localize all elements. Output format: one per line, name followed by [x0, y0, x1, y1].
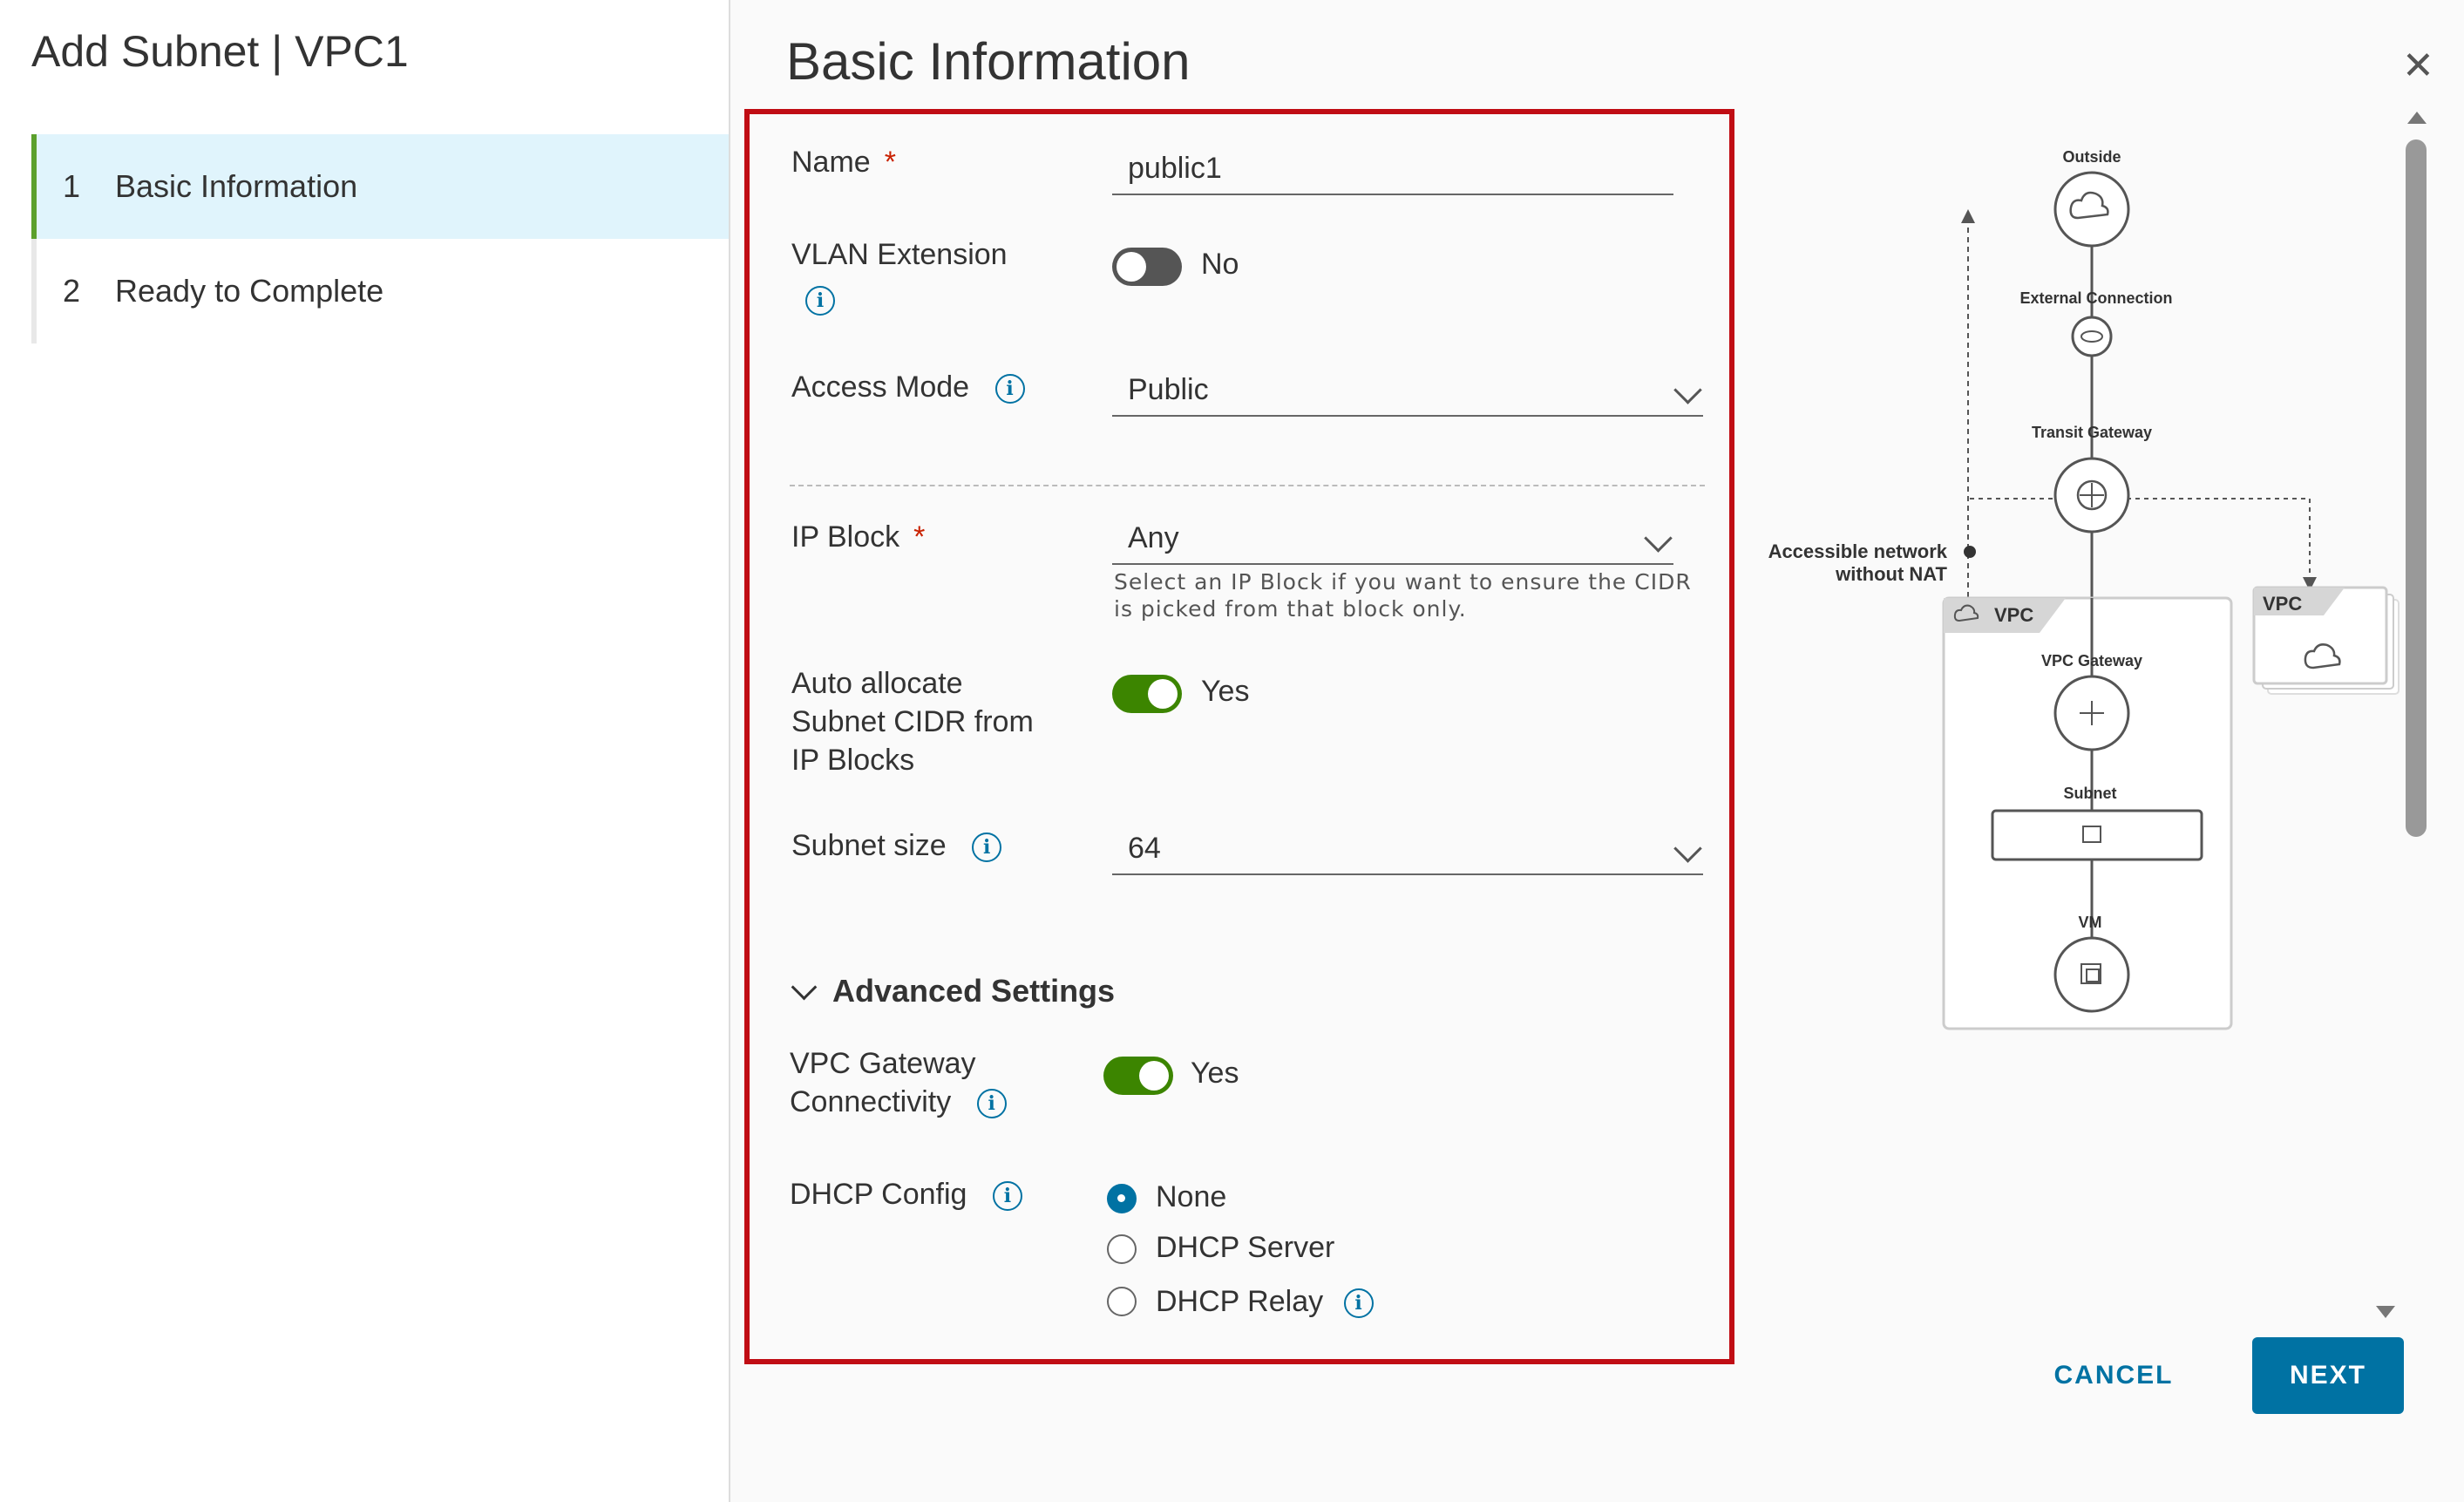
info-icon[interactable]: i: [976, 1089, 1007, 1119]
chevron-down-icon: [1644, 524, 1673, 553]
wizard-sidebar: Add Subnet | VPC1 1 Basic Information 2 …: [0, 0, 730, 1502]
subnet-size-label: Subnet size i: [791, 826, 1002, 865]
auto-allocate-toggle[interactable]: [1112, 675, 1182, 713]
diagram-vpc-gateway-label: VPC Gateway: [2041, 652, 2142, 669]
chevron-down-icon: [1673, 376, 1702, 404]
ip-block-label: IP Block *: [791, 518, 925, 556]
step-label: Ready to Complete: [115, 273, 384, 309]
label-line: Subnet CIDR from: [791, 705, 1034, 738]
toggle-knob: [1139, 1061, 1169, 1091]
ip-block-value: Any: [1128, 520, 1179, 554]
vlan-extension-toggle-text: No: [1201, 248, 1239, 281]
vm-icon: [2053, 936, 2130, 1013]
subnet-icon: [1991, 809, 2203, 861]
info-icon[interactable]: i: [994, 374, 1025, 404]
step-number: 1: [63, 168, 81, 204]
ip-block-select[interactable]: Any: [1112, 513, 1673, 565]
subnet-size-value: 64: [1128, 831, 1161, 865]
diagram-outside-label: Outside: [2062, 148, 2121, 166]
dhcp-none-label: None: [1156, 1180, 1227, 1213]
step-ready-to-complete[interactable]: 2 Ready to Complete: [31, 239, 729, 343]
label-line: VPC Gateway: [790, 1047, 976, 1080]
auto-allocate-label: Auto allocate Subnet CIDR from IP Blocks: [791, 664, 1034, 779]
helper-line: is picked from that block only.: [1114, 596, 1467, 622]
access-mode-value: Public: [1128, 372, 1209, 406]
label-line: IP Blocks: [791, 744, 915, 777]
dhcp-relay-radio[interactable]: [1107, 1287, 1137, 1316]
chevron-down-icon: [791, 974, 818, 1000]
dhcp-relay-label: DHCP Relay i: [1156, 1285, 1374, 1319]
access-mode-select[interactable]: Public: [1112, 364, 1703, 417]
diagram-external-connection-label: External Connection: [2019, 289, 2172, 307]
cancel-button[interactable]: CANCEL: [2040, 1342, 2188, 1409]
vpc-topology-diagram: Outside External Connection Transit Gate…: [1768, 148, 2400, 1030]
toggle-knob: [1117, 252, 1146, 282]
subnet-size-select[interactable]: 64: [1112, 823, 1703, 875]
dhcp-relay-label-text: DHCP Relay: [1156, 1285, 1324, 1318]
diagram-vm-label: VM: [2079, 914, 2102, 931]
vpc-gateway-toggle-text: Yes: [1191, 1057, 1239, 1090]
advanced-settings-toggle[interactable]: Advanced Settings: [791, 973, 1116, 1009]
next-button[interactable]: NEXT: [2252, 1337, 2404, 1414]
ip-block-helper-text: Select an IP Block if you want to ensure…: [1114, 568, 1692, 622]
diagram-vpc-tab: VPC: [1994, 604, 2033, 626]
info-icon[interactable]: i: [972, 833, 1002, 863]
section-divider: [790, 485, 1705, 486]
access-mode-label: Access Mode i: [791, 368, 1025, 406]
required-mark: *: [913, 520, 926, 554]
label-line: Connectivity i: [790, 1083, 1007, 1121]
diagram-subnet-label: Subnet: [2064, 785, 2117, 802]
advanced-settings-title: Advanced Settings: [832, 973, 1116, 1009]
diagram-accessible-line1: Accessible network: [1768, 540, 1948, 562]
vlan-extension-toggle[interactable]: [1112, 248, 1182, 286]
vlan-extension-label: VLAN Extension: [791, 238, 1008, 271]
subnet-size-label-text: Subnet size: [791, 829, 947, 862]
name-input-value: public1: [1128, 151, 1222, 185]
label-line: Auto allocate: [791, 667, 963, 700]
scrollbar-thumb[interactable]: [2406, 139, 2427, 837]
step-label: Basic Information: [115, 168, 358, 204]
auto-allocate-toggle-text: Yes: [1201, 675, 1250, 708]
ip-block-label-text: IP Block: [791, 520, 900, 554]
cloud-icon: [2053, 171, 2130, 248]
dhcp-none-radio[interactable]: [1107, 1184, 1137, 1213]
chevron-down-icon: [1673, 834, 1702, 863]
vpc-gateway-connectivity-label: VPC Gateway Connectivity i: [790, 1044, 1007, 1121]
dhcp-config-label-text: DHCP Config: [790, 1178, 967, 1211]
diagram-accessible-line2: without NAT: [1835, 563, 1947, 585]
external-connection-icon: [2071, 316, 2113, 357]
dhcp-config-label: DHCP Config i: [790, 1175, 1022, 1213]
access-mode-label-text: Access Mode: [791, 370, 970, 404]
dhcp-server-label: DHCP Server: [1156, 1231, 1335, 1264]
toggle-knob: [1148, 679, 1178, 709]
info-icon[interactable]: i: [992, 1181, 1022, 1212]
helper-line: Select an IP Block if you want to ensure…: [1114, 569, 1692, 595]
required-mark: *: [884, 146, 896, 179]
scroll-up-icon[interactable]: [2407, 112, 2427, 124]
step-basic-information[interactable]: 1 Basic Information: [31, 134, 729, 239]
vpc-gateway-connectivity-toggle[interactable]: [1103, 1057, 1173, 1095]
dhcp-server-radio[interactable]: [1107, 1234, 1137, 1264]
name-label-text: Name: [791, 146, 871, 179]
diagram-transit-gateway-label: Transit Gateway: [2032, 424, 2152, 441]
diagram-vpc-tab-right: VPC: [2263, 593, 2302, 615]
info-icon[interactable]: i: [805, 286, 835, 316]
page-title: Basic Information: [786, 32, 1191, 91]
name-input[interactable]: public1: [1112, 143, 1673, 195]
name-label: Name *: [791, 143, 896, 181]
info-icon[interactable]: i: [1343, 1288, 1374, 1319]
wizard-steps: 1 Basic Information 2 Ready to Complete: [31, 134, 729, 343]
scroll-down-icon[interactable]: [2376, 1306, 2395, 1318]
step-number: 2: [63, 273, 81, 309]
wizard-title: Add Subnet | VPC1: [31, 27, 409, 76]
label-line-text: Connectivity: [790, 1085, 952, 1118]
close-icon[interactable]: ✕: [2402, 47, 2434, 85]
